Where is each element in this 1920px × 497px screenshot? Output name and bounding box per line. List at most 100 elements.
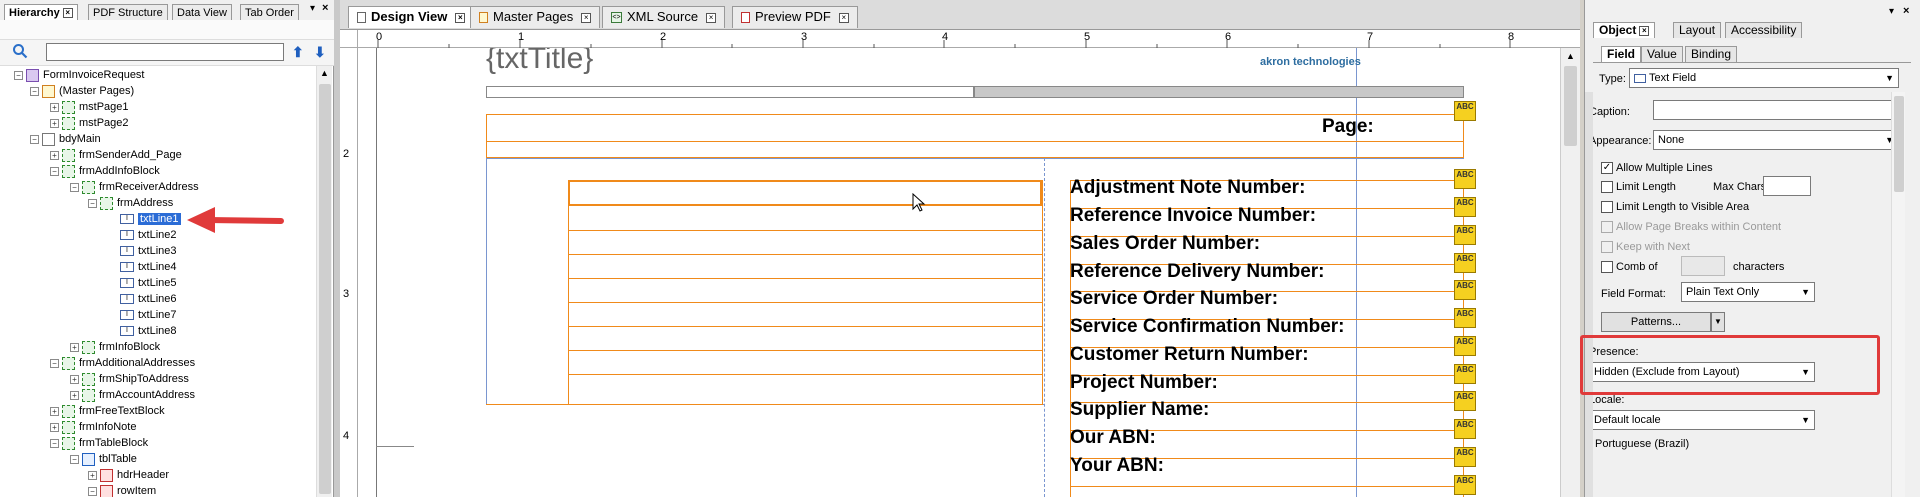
tab-design-view[interactable]: Design View × (348, 6, 475, 28)
max-chars-input[interactable] (1763, 176, 1811, 196)
tab-tab-order[interactable]: Tab Order (240, 4, 299, 20)
collapse-icon[interactable]: − (50, 166, 59, 176)
panel-close-icon[interactable]: × (1903, 5, 1909, 17)
object-panel-scrollbar[interactable] (1891, 92, 1905, 497)
tree-node-rowitem[interactable]: − rowItem (88, 483, 156, 497)
collapse-icon[interactable]: − (14, 70, 23, 80)
scroll-up-icon[interactable]: ▲ (320, 68, 329, 78)
subtab-binding[interactable]: Binding (1685, 46, 1738, 62)
subtab-field[interactable]: Field (1601, 46, 1642, 62)
collapse-icon[interactable]: − (70, 182, 79, 192)
address-line-1-selected[interactable] (568, 180, 1042, 206)
field-your-abn[interactable]: Your ABN: (1070, 455, 1164, 477)
tree-node-frmaddinfoblock[interactable]: − frmAddInfoBlock (50, 163, 160, 179)
close-icon[interactable]: × (62, 8, 73, 19)
panel-menu-icon[interactable]: ▾ (1889, 6, 1894, 17)
tab-master-pages[interactable]: Master Pages × (470, 6, 601, 28)
tree-node-frmsenderadd[interactable]: + frmSenderAdd_Page (50, 147, 182, 163)
field-service-confirmation-number[interactable]: Service Confirmation Number: (1070, 316, 1345, 338)
comb-of-input[interactable] (1681, 256, 1725, 276)
tree-node-frmshiptoaddress[interactable]: + frmShipToAddress (70, 371, 189, 387)
hierarchy-scrollbar[interactable]: ▲ (316, 66, 332, 497)
field-adjustment-note-number[interactable]: Adjustment Note Number: (1070, 177, 1305, 199)
close-icon[interactable]: × (838, 12, 849, 23)
locale-select[interactable]: Default locale ▼ (1589, 410, 1815, 430)
tree-node-frmfreetextblock[interactable]: + frmFreeTextBlock (50, 403, 165, 419)
close-icon[interactable]: × (455, 12, 466, 23)
title-placeholder[interactable]: {txtTitle} (486, 48, 593, 76)
hierarchy-search-input[interactable] (46, 43, 284, 61)
tree-node-txtline6[interactable]: ItxtLine6 (120, 291, 177, 307)
scrollbar-thumb[interactable] (1894, 96, 1904, 192)
tree-node-mstpage1[interactable]: + mstPage1 (50, 99, 129, 115)
field-sales-order-number[interactable]: Sales Order Number: (1070, 233, 1260, 255)
patterns-dropdown-button[interactable]: ▼ (1711, 312, 1725, 332)
design-scrollbar[interactable]: ▲ (1560, 48, 1580, 497)
tab-object[interactable]: Object × (1593, 22, 1656, 38)
tab-preview-pdf[interactable]: Preview PDF × (732, 6, 858, 28)
field-supplier-name[interactable]: Supplier Name: (1070, 399, 1209, 421)
field-reference-invoice-number[interactable]: Reference Invoice Number: (1070, 205, 1316, 227)
appearance-select[interactable]: None ▼ (1653, 130, 1899, 150)
tree-node-hdrheader[interactable]: + hdrHeader (88, 467, 169, 483)
tree-node-bdymain[interactable]: − bdyMain (30, 131, 101, 147)
expand-icon[interactable]: + (88, 470, 97, 480)
subtab-value[interactable]: Value (1641, 46, 1683, 62)
scrollbar-thumb[interactable] (319, 84, 331, 494)
tab-xml-source[interactable]: <> XML Source × (602, 6, 726, 28)
tree-node-frmadditionaladdresses[interactable]: − frmAdditionalAddresses (50, 355, 195, 371)
scrollbar-thumb[interactable] (1564, 66, 1577, 146)
expand-icon[interactable]: + (50, 102, 59, 112)
tree-node-txtline8[interactable]: ItxtLine8 (120, 323, 177, 339)
patterns-button[interactable]: Patterns... (1601, 312, 1711, 332)
close-icon[interactable]: × (581, 12, 592, 23)
limit-length-visible-checkbox[interactable]: Limit Length to Visible Area (1601, 200, 1749, 214)
type-select[interactable]: Text Field ▼ (1629, 68, 1899, 88)
expand-icon[interactable]: + (50, 406, 59, 416)
allow-multiple-lines-checkbox[interactable]: ✓ Allow Multiple Lines (1601, 161, 1713, 175)
expand-icon[interactable]: + (70, 374, 79, 384)
vertical-ruler[interactable]: 2 3 4 (340, 48, 358, 497)
allow-page-breaks-checkbox[interactable]: Allow Page Breaks within Content (1601, 220, 1781, 234)
expand-icon[interactable]: + (50, 422, 59, 432)
tree-node-frmaddress[interactable]: − frmAddress (88, 195, 173, 211)
collapse-icon[interactable]: − (30, 86, 39, 96)
tree-node-master-pages[interactable]: − (Master Pages) (30, 83, 134, 99)
collapse-icon[interactable]: − (50, 358, 59, 368)
close-icon[interactable]: × (706, 12, 717, 23)
tree-node-txtline2[interactable]: ItxtLine2 (120, 227, 177, 243)
expand-icon[interactable]: + (50, 118, 59, 128)
tree-node-mstpage2[interactable]: + mstPage2 (50, 115, 129, 131)
tree-node-txtline5[interactable]: ItxtLine5 (120, 275, 177, 291)
field-reference-delivery-number[interactable]: Reference Delivery Number: (1070, 261, 1325, 283)
tree-node-txtline4[interactable]: ItxtLine4 (120, 259, 177, 275)
collapse-icon[interactable]: − (88, 486, 97, 496)
tree-node-txtline1[interactable]: ItxtLine1 (120, 211, 181, 227)
expand-icon[interactable]: + (70, 342, 79, 352)
tree-node-tbltable[interactable]: − tblTable (70, 451, 137, 467)
field-project-number[interactable]: Project Number: (1070, 372, 1218, 394)
collapse-icon[interactable]: − (88, 198, 97, 208)
tree-node-form[interactable]: − FormInvoiceRequest (14, 67, 145, 83)
keep-with-next-checkbox[interactable]: Keep with Next (1601, 240, 1690, 254)
limit-length-checkbox[interactable]: Limit Length (1601, 180, 1676, 194)
arrow-down-icon[interactable]: ⬇ (314, 44, 326, 61)
field-service-order-number[interactable]: Service Order Number: (1070, 288, 1278, 310)
comb-of-checkbox[interactable]: Comb of (1601, 260, 1658, 274)
tree-node-frmreceiveraddress[interactable]: − frmReceiverAddress (70, 179, 199, 195)
panel-close-icon[interactable]: × (322, 2, 328, 14)
expand-icon[interactable]: + (50, 150, 59, 160)
collapse-icon[interactable]: − (70, 454, 79, 464)
tab-accessibility[interactable]: Accessibility (1725, 22, 1803, 38)
page-number-row[interactable] (486, 114, 1464, 142)
panel-splitter[interactable] (1585, 92, 1593, 497)
expand-icon[interactable]: + (70, 390, 79, 400)
tab-pdf-structure[interactable]: PDF Structure (88, 4, 168, 20)
field-format-select[interactable]: Plain Text Only ▼ (1681, 282, 1815, 302)
tab-data-view[interactable]: Data View (172, 4, 232, 20)
field-customer-return-number[interactable]: Customer Return Number: (1070, 344, 1309, 366)
tree-node-frminfonote[interactable]: + frmInfoNote (50, 419, 136, 435)
horizontal-ruler[interactable]: 0 1 2 3 4 5 6 7 8 (358, 30, 1580, 48)
tree-node-frminfoblock[interactable]: + frmInfoBlock (70, 339, 160, 355)
form-canvas[interactable]: {txtTitle} akron technologies Page: ABC … (358, 48, 1560, 497)
